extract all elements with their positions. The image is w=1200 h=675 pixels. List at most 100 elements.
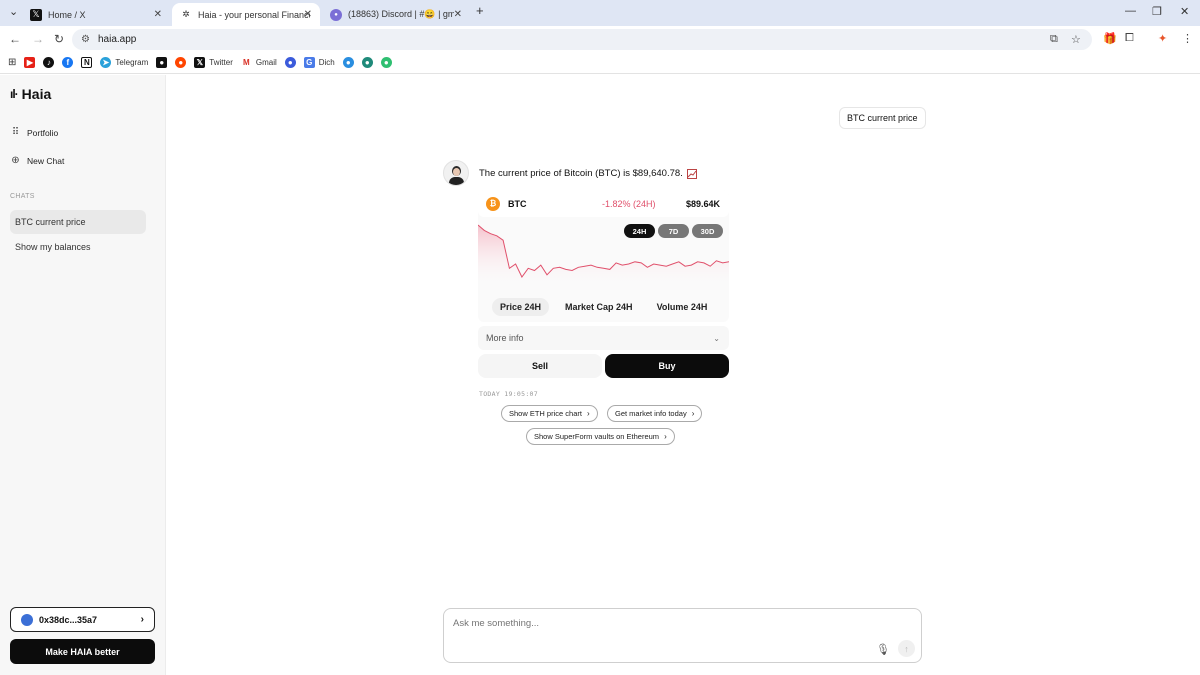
sidebar-item-label: Portfolio: [27, 127, 59, 138]
sidebar-item-new-chat[interactable]: ⊕ New Chat: [10, 155, 64, 166]
tab-discord[interactable]: ● (18863) Discord | #😄 | gm_gn ✕: [322, 3, 470, 26]
new-tab-icon[interactable]: +: [476, 3, 484, 18]
gmail-icon: M: [240, 57, 252, 68]
bookmark-youtube[interactable]: ▶: [24, 57, 36, 68]
message-timestamp: TODAY 19:05:07: [479, 390, 538, 398]
send-button[interactable]: ↑: [898, 640, 915, 657]
bookmark-label: Dich: [318, 58, 335, 67]
new-chat-icon: ⊕: [11, 155, 20, 166]
telegram-icon: ➤: [100, 57, 112, 68]
bookmark-medium[interactable]: ●: [156, 57, 168, 68]
medium-icon: ●: [156, 57, 168, 68]
tab-home-x[interactable]: 𝕏 Home / X ✕: [22, 3, 170, 26]
x-icon: 𝕏: [194, 57, 206, 68]
tab-volume-24h[interactable]: Volume 24H: [649, 298, 716, 316]
logo-text: Haia: [21, 86, 52, 102]
sell-button[interactable]: Sell: [478, 354, 602, 378]
user-message: BTC current price: [839, 107, 926, 129]
bookmark-twitter[interactable]: 𝕏 Twitter: [194, 57, 233, 68]
chat-item-btc-current-price[interactable]: BTC current price: [10, 210, 146, 234]
chevron-right-icon: ›: [691, 409, 695, 418]
discord-icon: ●: [330, 8, 342, 21]
avatar-face: [453, 168, 460, 176]
sidebar-item-portfolio[interactable]: ⠿ Portfolio: [10, 127, 58, 138]
more-info-dropdown[interactable]: More info ⌄: [478, 326, 729, 350]
reload-icon[interactable]: ↻: [54, 32, 64, 46]
bitcoin-icon: ₿: [486, 196, 500, 211]
bookmark-reddit[interactable]: ●: [175, 57, 187, 68]
tab-market-cap-24h[interactable]: Market Cap 24H: [557, 298, 641, 316]
browser-menu-icon[interactable]: ⋮: [1182, 32, 1193, 45]
chevron-down-icon: ⌄: [713, 333, 720, 343]
tab-search-icon[interactable]: ⌄: [9, 5, 18, 18]
microphone-icon[interactable]: 🎙: [876, 642, 890, 656]
globe-icon: ●: [284, 57, 296, 68]
bookmark-dich[interactable]: G Dich: [303, 57, 335, 68]
make-haia-better-button[interactable]: Make HAIA better: [10, 639, 155, 664]
price-area-fill: [478, 225, 729, 290]
buy-button[interactable]: Buy: [605, 354, 729, 378]
bookmark-leaf[interactable]: ●: [361, 57, 373, 68]
minimize-icon[interactable]: —: [1125, 5, 1136, 17]
more-info-label: More info: [486, 333, 524, 343]
bookmark-facebook[interactable]: f: [62, 57, 74, 68]
extensions-puzzle-icon[interactable]: ⧠: [1125, 32, 1134, 45]
haia-icon: ✲: [182, 9, 190, 19]
tab-haia[interactable]: ✲ Haia - your personal Finance C ✕: [172, 3, 320, 26]
back-icon[interactable]: ←: [9, 32, 21, 46]
tab-price-24h[interactable]: Price 24H: [492, 298, 550, 316]
chat-input[interactable]: [453, 615, 873, 631]
bookmark-label: Twitter: [209, 58, 233, 67]
suggestion-market-info[interactable]: Get market info today ›: [607, 405, 703, 422]
tab-title: Home / X: [48, 9, 86, 20]
install-icon[interactable]: ⧉: [1050, 33, 1058, 46]
translate-icon: G: [303, 57, 315, 68]
url-field[interactable]: ⚙ haia.app ⧉ ☆: [72, 29, 1092, 50]
profile-extension-icon[interactable]: ✦: [1158, 32, 1167, 45]
bookmark-globe[interactable]: ●: [284, 57, 296, 68]
url-text: haia.app: [98, 34, 137, 45]
suggestion-superform-vaults[interactable]: Show SuperForm vaults on Ethereum ›: [526, 428, 675, 445]
suggestion-label: Show SuperForm vaults on Ethereum: [534, 432, 660, 441]
suggestion-eth-chart[interactable]: Show ETH price chart ›: [501, 405, 598, 422]
bookmark-circle[interactable]: ●: [380, 57, 392, 68]
close-icon[interactable]: ✕: [154, 9, 162, 20]
range-24h-button[interactable]: 24H: [624, 224, 655, 238]
haia-logo-icon: ıl·: [10, 87, 19, 101]
tiktok-icon: ♪: [43, 57, 55, 68]
bookmark-label: Gmail: [255, 58, 277, 67]
wallet-button[interactable]: 0x38dc...35a7 ›: [10, 607, 155, 632]
site-settings-icon[interactable]: ⚙: [81, 34, 90, 45]
restore-icon[interactable]: ❐: [1152, 5, 1162, 18]
coin-symbol: BTC: [508, 198, 527, 209]
facebook-icon: f: [62, 57, 74, 68]
close-icon[interactable]: ✕: [304, 9, 312, 20]
bookmark-drop[interactable]: ●: [342, 57, 354, 68]
browser-tab-strip: ⌄ 𝕏 Home / X ✕ ✲ Haia - your personal Fi…: [0, 0, 1200, 26]
close-icon[interactable]: ✕: [454, 9, 462, 20]
chat-item-show-my-balances[interactable]: Show my balances: [10, 235, 146, 259]
suggestion-label: Get market info today: [615, 409, 687, 418]
notion-icon: N: [81, 57, 93, 68]
chevron-right-icon: ›: [586, 409, 590, 418]
x-logo-icon: 𝕏: [30, 8, 42, 21]
avatar-body: [449, 177, 464, 185]
apps-grid-icon[interactable]: ⊞: [8, 57, 16, 68]
bot-message-text: The current price of Bitcoin (BTC) is $8…: [479, 168, 683, 179]
bookmark-telegram[interactable]: ➤ Telegram: [100, 57, 148, 68]
forward-icon[interactable]: →: [32, 32, 44, 46]
chart-icon: [686, 168, 697, 179]
haia-logo[interactable]: ıl· Haia: [10, 86, 51, 102]
bookmark-tiktok[interactable]: ♪: [43, 57, 55, 68]
range-7d-button[interactable]: 7D: [658, 224, 689, 238]
address-bar-row: ← → ↻ ⚙ haia.app ⧉ ☆ 🎁 ⧠ ✦ ⋮: [0, 26, 1200, 52]
bookmark-gmail[interactable]: M Gmail: [240, 57, 277, 68]
bookmark-star-icon[interactable]: ☆: [1071, 33, 1081, 46]
bot-message: The current price of Bitcoin (BTC) is $8…: [479, 168, 697, 179]
range-30d-button[interactable]: 30D: [692, 224, 723, 238]
bookmark-notion[interactable]: N: [81, 57, 93, 68]
sidebar: ıl· Haia ⠿ Portfolio ⊕ New Chat CHATS BT…: [0, 75, 166, 675]
bot-avatar: [443, 160, 469, 186]
extension-icon[interactable]: 🎁: [1103, 32, 1117, 45]
window-close-icon[interactable]: ✕: [1180, 5, 1189, 18]
